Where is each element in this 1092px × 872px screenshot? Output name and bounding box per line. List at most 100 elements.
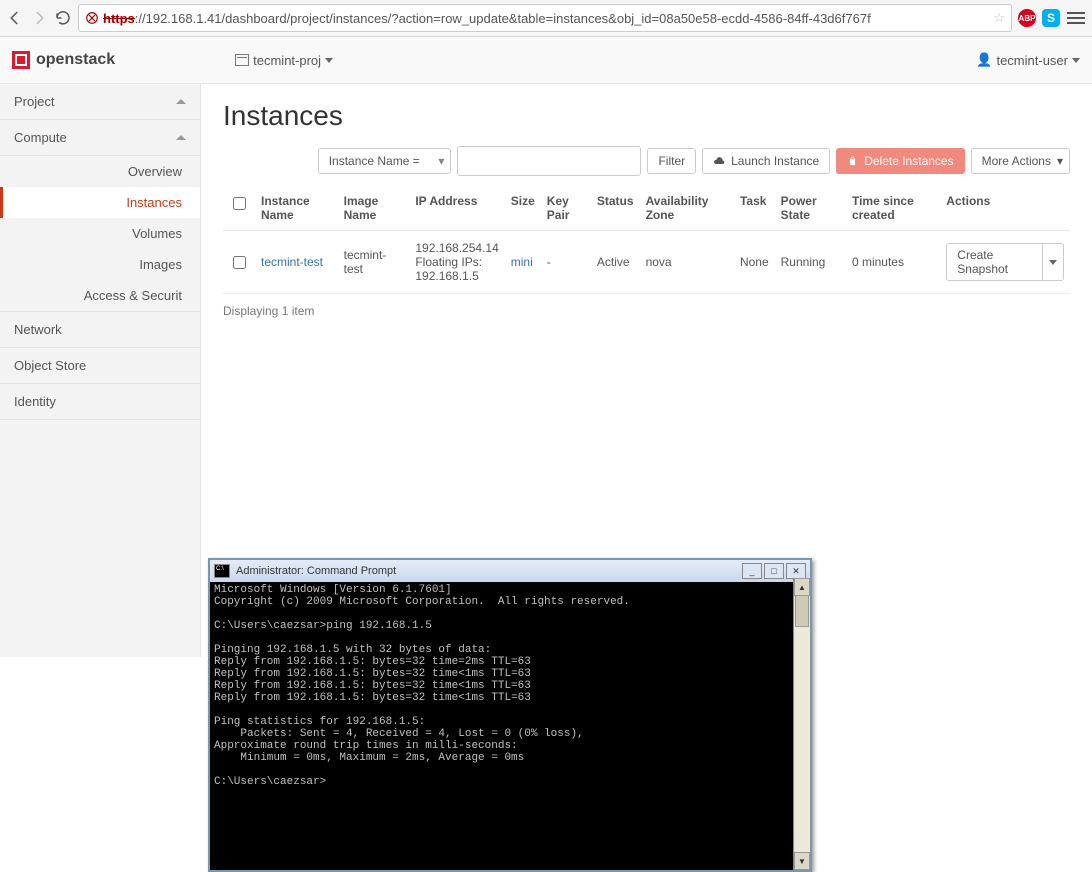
- cmd-title-text: Administrator: Command Prompt: [236, 565, 396, 577]
- sidebar-label: Network: [14, 322, 62, 337]
- sidebar-item-instances[interactable]: Instances: [0, 187, 200, 218]
- sidebar-label: Project: [14, 94, 54, 109]
- cmd-icon: [214, 564, 230, 578]
- sidebar-item-overview[interactable]: Overview: [0, 156, 200, 187]
- col-az[interactable]: Availability Zone: [640, 186, 734, 231]
- project-name: tecmint-proj: [253, 53, 321, 68]
- col-time[interactable]: Time since created: [846, 186, 940, 231]
- caret-down-icon: ▾: [438, 154, 444, 168]
- caret-down-icon: ▾: [1057, 154, 1063, 168]
- table-footer: Displaying 1 item: [223, 294, 1070, 328]
- button-label: Delete Instances: [864, 154, 953, 168]
- col-image[interactable]: Image Name: [338, 186, 410, 231]
- sidebar-label: Identity: [14, 394, 56, 409]
- user-name: tecmint-user: [996, 53, 1068, 68]
- scroll-up-icon[interactable]: ▲: [794, 578, 810, 596]
- filter-input[interactable]: [457, 146, 641, 176]
- url-text: ://192.168.1.41/dashboard/project/instan…: [135, 11, 871, 26]
- col-power[interactable]: Power State: [775, 186, 846, 231]
- project-selector[interactable]: tecmint-proj: [235, 53, 333, 68]
- cmd-output[interactable]: Microsoft Windows [Version 6.1.7601] Cop…: [210, 582, 810, 870]
- cloud-upload-icon: [713, 155, 725, 167]
- col-ip[interactable]: IP Address: [409, 186, 504, 231]
- caret-down-icon: [1072, 58, 1080, 63]
- sidebar-item-access[interactable]: Access & Securit: [0, 280, 200, 311]
- ip-floating: 192.168.1.5: [415, 269, 498, 283]
- filter-field-select[interactable]: Instance Name = ▾: [318, 148, 452, 174]
- caret-down-icon: [1049, 260, 1057, 265]
- col-task[interactable]: Task: [734, 186, 775, 231]
- create-snapshot-button[interactable]: Create Snapshot: [946, 243, 1043, 281]
- table-row: tecmint-test tecmint-test 192.168.254.14…: [223, 231, 1070, 294]
- forward-icon[interactable]: [30, 9, 48, 27]
- trash-icon: [847, 155, 858, 167]
- sidebar-sec-identity[interactable]: Identity: [0, 384, 200, 420]
- row-action-dropdown[interactable]: [1043, 243, 1064, 281]
- reload-icon[interactable]: [54, 9, 72, 27]
- col-status[interactable]: Status: [591, 186, 640, 231]
- ip-fixed: 192.168.254.14: [415, 241, 498, 255]
- col-size[interactable]: Size: [505, 186, 541, 231]
- address-bar[interactable]: https ://192.168.1.41/dashboard/project/…: [78, 4, 1012, 32]
- cell-time: 0 minutes: [846, 231, 940, 294]
- cell-ip: 192.168.254.14 Floating IPs: 192.168.1.5: [409, 231, 504, 294]
- cell-key: -: [541, 231, 591, 294]
- project-icon: [235, 54, 249, 66]
- scroll-thumb[interactable]: [795, 595, 809, 627]
- insecure-icon: [85, 11, 99, 25]
- cell-task: None: [734, 231, 775, 294]
- page-title: Instances: [223, 100, 1070, 132]
- filter-button[interactable]: Filter: [647, 148, 696, 174]
- user-icon: 👤: [976, 52, 992, 68]
- delete-instances-button[interactable]: Delete Instances: [836, 148, 964, 174]
- caret-down-icon: [325, 58, 333, 63]
- cell-image: tecmint-test: [338, 231, 410, 294]
- minimize-button[interactable]: _: [742, 563, 762, 579]
- col-actions: Actions: [940, 186, 1070, 231]
- sidebar: Project Compute Overview Instances Volum…: [0, 84, 201, 657]
- menu-icon[interactable]: [1066, 9, 1086, 27]
- close-button[interactable]: ✕: [786, 563, 806, 579]
- sidebar-label: Object Store: [14, 358, 86, 373]
- sidebar-label: Compute: [14, 130, 67, 145]
- sidebar-sec-object-store[interactable]: Object Store: [0, 348, 200, 384]
- star-icon[interactable]: ☆: [993, 10, 1005, 26]
- main-content: Instances Instance Name = ▾ Filter Launc…: [201, 84, 1092, 657]
- more-actions-button[interactable]: More Actions ▾: [971, 148, 1070, 174]
- back-icon[interactable]: [6, 9, 24, 27]
- cell-az: nova: [640, 231, 734, 294]
- sidebar-sec-network[interactable]: Network: [0, 311, 200, 348]
- table-header-row: Instance Name Image Name IP Address Size…: [223, 186, 1070, 231]
- app-topbar: openstack tecmint-proj 👤 tecmint-user: [0, 37, 1092, 84]
- skype-icon[interactable]: S: [1042, 9, 1060, 27]
- maximize-button[interactable]: □: [764, 563, 784, 579]
- ip-floating-label: Floating IPs:: [415, 255, 498, 269]
- button-label: More Actions: [982, 154, 1051, 168]
- cmd-scrollbar[interactable]: ▲ ▼: [793, 578, 810, 870]
- user-menu[interactable]: 👤 tecmint-user: [976, 52, 1080, 68]
- col-key[interactable]: Key Pair: [541, 186, 591, 231]
- cell-status: Active: [591, 231, 640, 294]
- sidebar-sec-compute[interactable]: Compute: [0, 120, 200, 156]
- chevron-up-icon: [176, 99, 186, 104]
- sidebar-item-volumes[interactable]: Volumes: [0, 218, 200, 249]
- launch-instance-button[interactable]: Launch Instance: [702, 148, 830, 174]
- command-prompt-window[interactable]: Administrator: Command Prompt _ □ ✕ Micr…: [208, 558, 812, 872]
- instances-table: Instance Name Image Name IP Address Size…: [223, 186, 1070, 294]
- brand: openstack: [12, 51, 115, 69]
- chevron-up-icon: [176, 135, 186, 140]
- instance-name-link[interactable]: tecmint-test: [261, 255, 323, 269]
- logo-icon: [12, 51, 30, 69]
- brand-text: openstack: [36, 51, 115, 69]
- row-checkbox[interactable]: [233, 256, 246, 269]
- cell-power: Running: [775, 231, 846, 294]
- sidebar-sec-project[interactable]: Project: [0, 84, 200, 120]
- sidebar-item-images[interactable]: Images: [0, 249, 200, 280]
- select-all-checkbox[interactable]: [233, 197, 246, 210]
- cmd-titlebar[interactable]: Administrator: Command Prompt _ □ ✕: [210, 560, 810, 582]
- abp-icon[interactable]: ABP: [1018, 9, 1036, 27]
- url-scheme: https: [103, 11, 135, 26]
- col-name[interactable]: Instance Name: [255, 186, 338, 231]
- scroll-down-icon[interactable]: ▼: [794, 852, 810, 870]
- flavor-link[interactable]: mini: [511, 255, 533, 269]
